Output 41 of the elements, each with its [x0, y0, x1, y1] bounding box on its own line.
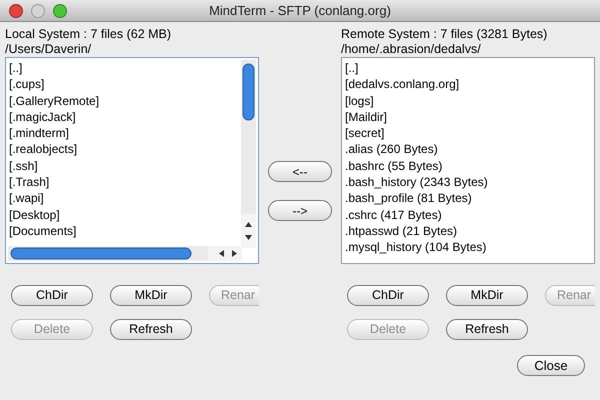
file-item[interactable]: [..]	[342, 60, 358, 76]
transfer-button[interactable]: -->	[268, 200, 332, 221]
panel-summary: Local System : 7 files (62 MB)	[5, 27, 172, 42]
action-button[interactable]: Refresh	[110, 319, 192, 340]
action-button[interactable]: MkDir	[110, 285, 192, 306]
file-item[interactable]: [dedalvs.conlang.org]	[342, 76, 460, 93]
file-item[interactable]: [Maildir]	[342, 108, 388, 126]
file-item[interactable]: [Documents]	[6, 222, 76, 240]
action-button[interactable]: MkDir	[446, 285, 528, 306]
action-button[interactable]: Refresh	[446, 319, 528, 340]
file-item[interactable]: .bashrc (55 Bytes)	[342, 158, 442, 174]
action-button[interactable]: ChDir	[347, 285, 429, 306]
file-item[interactable]: [.ssh]	[6, 158, 38, 174]
file-item[interactable]: .mysql_history (104 Bytes)	[342, 239, 486, 256]
transfer-button[interactable]: <--	[268, 161, 332, 182]
horizontal-scrollbar[interactable]	[8, 246, 242, 261]
file-item[interactable]: [..]	[6, 60, 22, 76]
vertical-scrollbar[interactable]	[241, 60, 256, 248]
close-button[interactable]: Close	[517, 355, 585, 376]
file-item[interactable]: .alias (260 Bytes)	[342, 141, 438, 158]
file-item[interactable]: [.realobjects]	[6, 141, 78, 158]
file-item[interactable]: [logs]	[342, 92, 374, 109]
file-item[interactable]: [Desktop]	[6, 206, 60, 223]
file-item[interactable]: [.GalleryRemote]	[6, 92, 100, 109]
panel-summary: Remote System : 7 files (3281 Bytes)	[341, 27, 548, 42]
path-label: /Users/Daverin/	[5, 42, 92, 57]
close-window-icon[interactable]	[9, 4, 23, 18]
path-label: /home/.abrasion/dedalvs/	[341, 42, 482, 57]
file-item[interactable]: [.Trash]	[6, 174, 50, 190]
file-item[interactable]: [.mindterm]	[6, 125, 70, 142]
file-item[interactable]: .bash_history (2343 Bytes)	[342, 174, 488, 190]
file-item[interactable]: [.wapi]	[6, 190, 44, 207]
file-item[interactable]: [secret]	[342, 125, 384, 142]
action-button[interactable]: ChDir	[11, 285, 93, 306]
file-item[interactable]: .htpasswd (21 Bytes)	[342, 222, 458, 240]
file-item[interactable]: .bash_profile (81 Bytes)	[342, 190, 472, 207]
file-item[interactable]: [.cups]	[6, 76, 44, 93]
file-item[interactable]: .cshrc (417 Bytes)	[342, 206, 442, 223]
zoom-window-icon[interactable]	[53, 4, 67, 18]
window-title: MindTerm - SFTP (conlang.org)	[209, 2, 391, 20]
file-item[interactable]: [.magicJack]	[6, 108, 76, 126]
